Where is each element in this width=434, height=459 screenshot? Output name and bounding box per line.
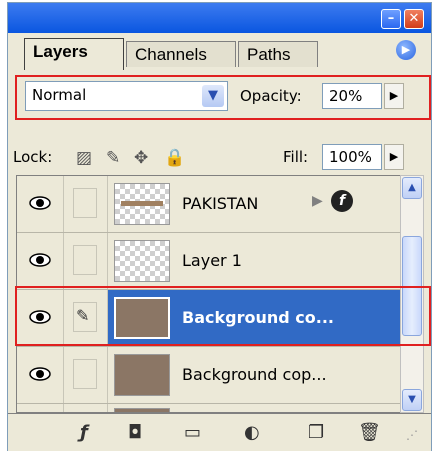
lock-all-icon[interactable]: 🔒 xyxy=(164,148,185,168)
fill-label: Fill: xyxy=(283,148,309,166)
blend-mode-value: Normal xyxy=(32,86,87,104)
visibility-toggle[interactable] xyxy=(17,290,64,346)
layer-thumbnail xyxy=(114,183,170,225)
layer-name: PAKISTAN xyxy=(182,194,259,213)
link-box xyxy=(73,245,97,275)
link-cell[interactable] xyxy=(64,347,108,403)
layer-row-pakistan[interactable]: PAKISTAN ▶ f xyxy=(17,176,407,233)
minimize-button[interactable]: – xyxy=(381,9,401,29)
link-cell[interactable]: ✎ xyxy=(64,290,108,346)
layers-panel-window: – ✕ Layers Channels Paths ▶ Normal ▼ Opa… xyxy=(7,2,432,451)
link-box: ✎ xyxy=(73,302,97,332)
adjustment-layer-icon[interactable]: ◐ xyxy=(244,422,260,443)
layer-row-background-copy[interactable]: Background cop... xyxy=(17,347,407,404)
link-cell[interactable] xyxy=(64,233,108,289)
expand-triangle-icon[interactable]: ▶ xyxy=(312,193,323,209)
lock-position-icon[interactable]: ✥ xyxy=(134,148,148,168)
eye-icon xyxy=(29,367,51,381)
delete-layer-icon[interactable]: 🗑 xyxy=(358,422,381,443)
layers-toolbar: ƒ ◘ ▭ ◐ ❐ 🗑 ⋰ xyxy=(8,413,431,451)
eye-icon xyxy=(29,310,51,324)
lock-transparency-icon[interactable]: ▨ xyxy=(76,148,92,168)
link-cell[interactable] xyxy=(64,176,108,232)
tab-paths[interactable]: Paths xyxy=(238,41,318,67)
visibility-toggle[interactable] xyxy=(17,347,64,403)
resize-grip-icon[interactable]: ⋰ xyxy=(406,428,418,442)
thumbnail-text-mark xyxy=(121,201,163,206)
opacity-label: Opacity: xyxy=(240,87,302,105)
layer-row-layer1[interactable]: Layer 1 xyxy=(17,233,407,290)
layer-effects-icon[interactable]: f xyxy=(331,190,353,212)
layer-name-cell[interactable]: Background co... xyxy=(108,290,407,346)
layer-name-cell[interactable]: Background cop... xyxy=(108,347,407,403)
visibility-toggle[interactable] xyxy=(17,176,64,232)
layer-name: Layer 1 xyxy=(182,251,242,270)
link-box xyxy=(73,359,97,389)
brush-icon: ✎ xyxy=(76,306,90,325)
eye-icon xyxy=(29,253,51,267)
link-box xyxy=(73,188,97,218)
panel-tabs: Layers Channels Paths ▶ xyxy=(8,33,431,70)
layer-name-cell[interactable]: PAKISTAN ▶ f xyxy=(108,176,407,232)
layer-thumbnail xyxy=(114,354,170,396)
tab-layers[interactable]: Layers xyxy=(24,38,124,70)
layer-name-cell[interactable] xyxy=(108,404,407,412)
layers-scrollbar[interactable]: ▲ ▼ xyxy=(400,175,424,413)
visibility-toggle[interactable] xyxy=(17,404,64,412)
new-layer-icon[interactable]: ❐ xyxy=(308,422,324,443)
eye-icon xyxy=(29,196,51,210)
layer-style-icon[interactable]: ƒ xyxy=(80,422,88,443)
new-group-icon[interactable]: ▭ xyxy=(184,422,201,443)
visibility-toggle[interactable] xyxy=(17,233,64,289)
scroll-down-icon[interactable]: ▼ xyxy=(402,389,422,411)
link-cell[interactable] xyxy=(64,404,108,412)
fill-arrow-icon[interactable]: ▶ xyxy=(384,144,404,170)
panel-menu-icon[interactable]: ▶ xyxy=(396,40,416,60)
layer-name: Background co... xyxy=(182,308,334,327)
layer-thumbnail xyxy=(114,297,170,339)
fill-field[interactable]: 100% xyxy=(322,144,382,170)
tab-channels[interactable]: Channels xyxy=(126,41,236,67)
lock-image-icon[interactable]: ✎ xyxy=(106,148,120,168)
opacity-arrow-icon[interactable]: ▶ xyxy=(384,83,404,109)
lock-label: Lock: xyxy=(13,148,53,166)
layer-thumbnail xyxy=(114,240,170,282)
scroll-thumb[interactable] xyxy=(402,236,422,336)
layer-mask-icon[interactable]: ◘ xyxy=(128,422,142,443)
layer-name: Background cop... xyxy=(182,365,327,384)
close-button[interactable]: ✕ xyxy=(404,9,424,29)
title-bar: – ✕ xyxy=(8,3,431,33)
layer-name-cell[interactable]: Layer 1 xyxy=(108,233,407,289)
layer-row-background-copy-selected[interactable]: ✎ Background co... xyxy=(17,290,407,347)
opacity-field[interactable]: 20% xyxy=(322,83,382,109)
layers-list: PAKISTAN ▶ f Layer 1 ✎ Background co... … xyxy=(16,175,408,413)
layer-row-partial[interactable] xyxy=(17,404,407,412)
blend-mode-select[interactable]: Normal ▼ xyxy=(25,81,228,111)
scroll-up-icon[interactable]: ▲ xyxy=(402,177,422,199)
chevron-down-icon[interactable]: ▼ xyxy=(202,85,224,107)
